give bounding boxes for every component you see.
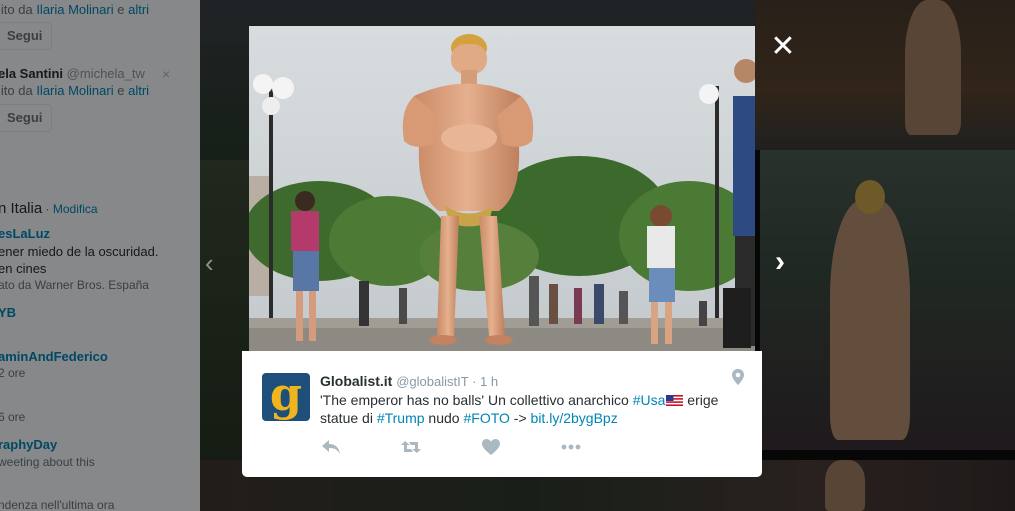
avatar[interactable]: g xyxy=(262,373,310,421)
tweet-card: g Globalist.it @globalistIT · 1 h 'The e… xyxy=(242,351,762,477)
url-link[interactable]: bit.ly/2bygBpz xyxy=(531,410,618,426)
reply-icon[interactable] xyxy=(320,437,342,457)
tweet-author-name[interactable]: Globalist.it xyxy=(320,373,392,389)
close-icon[interactable]: ✕ xyxy=(770,32,796,62)
more-icon[interactable] xyxy=(560,437,582,457)
avatar-logo: g xyxy=(269,373,303,421)
tweet-author-handle[interactable]: @globalistIT xyxy=(396,374,468,389)
tweet-text: 'The emperor has no balls' Un collettivo… xyxy=(320,392,719,426)
statue-photo xyxy=(249,26,755,351)
previous-arrow-icon[interactable]: ‹ xyxy=(205,248,214,279)
us-flag-icon xyxy=(666,395,684,406)
location-pin-icon[interactable] xyxy=(731,369,745,385)
tweet-timestamp[interactable]: 1 h xyxy=(480,374,498,389)
tweet-header: Globalist.it @globalistIT · 1 h xyxy=(320,373,498,389)
hashtag-link[interactable]: #FOTO xyxy=(463,410,509,426)
tweet-actions xyxy=(320,437,600,457)
hashtag-link[interactable]: #Trump xyxy=(377,410,425,426)
retweet-icon[interactable] xyxy=(400,437,422,457)
next-arrow-icon[interactable]: › xyxy=(775,245,785,279)
like-icon[interactable] xyxy=(480,437,502,457)
hashtag-link[interactable]: #Usa xyxy=(633,392,666,408)
media-image[interactable] xyxy=(249,26,755,351)
tweet-separator: · xyxy=(468,374,481,389)
